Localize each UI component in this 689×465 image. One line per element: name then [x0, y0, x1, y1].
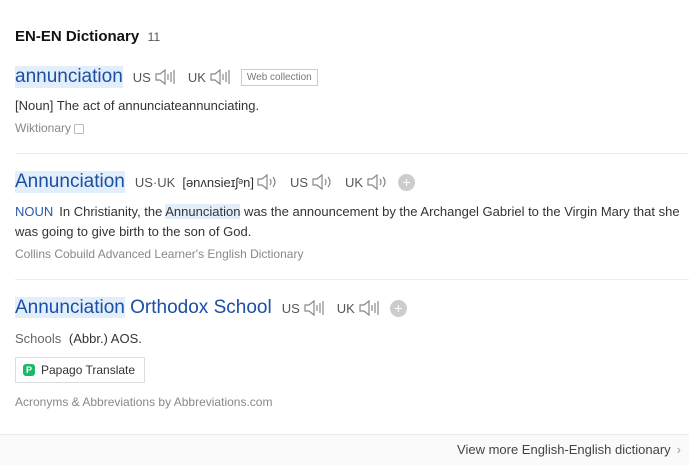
- entry-2-definition: NOUN In Christianity, the Annunciation wa…: [15, 202, 689, 242]
- view-more-label: View more English-English dictionary: [457, 442, 671, 457]
- us-pronunciation: US: [133, 67, 178, 87]
- definition-text: In Christianity, the: [59, 204, 166, 219]
- part-of-speech: NOUN: [15, 204, 54, 219]
- entry-3-source[interactable]: Acronyms & Abbreviations by Abbreviation…: [15, 395, 689, 409]
- definition-text: The act of annunciateannunciating.: [56, 98, 260, 113]
- papago-label: Papago Translate: [41, 363, 136, 377]
- entry-1-source: Wiktionary: [15, 121, 689, 135]
- usuk-pronunciation: US·UK [ənʌnsieɪʃᵊn]: [135, 172, 280, 192]
- uk-pronunciation: UK: [345, 172, 390, 192]
- uk-label: UK: [345, 174, 364, 190]
- source-label[interactable]: Wiktionary: [15, 121, 71, 135]
- entry-2-headline: Annunciation US·UK [ənʌnsieɪʃᵊn] US UK +: [15, 169, 689, 195]
- entry-1-headline: annunciation US UK Web collection: [15, 64, 689, 90]
- entry-3-word[interactable]: Annunciation Orthodox School: [15, 297, 272, 319]
- divider: [15, 279, 689, 280]
- entry-3: Annunciation Orthodox School US UK + Sch…: [15, 295, 689, 409]
- speaker-icon[interactable]: [366, 172, 390, 192]
- entry-1-word[interactable]: annunciation: [15, 66, 123, 88]
- papago-icon: P: [23, 364, 35, 376]
- result-count: 11: [147, 30, 161, 44]
- word-highlight: Annunciation: [15, 297, 125, 318]
- definition-text: (Abbr.) AOS.: [68, 331, 142, 346]
- speaker-icon[interactable]: [154, 67, 178, 87]
- us-pronunciation: US: [282, 298, 327, 318]
- plus-icon[interactable]: +: [389, 299, 407, 317]
- us-label: US: [132, 69, 151, 85]
- plus-icon[interactable]: +: [398, 173, 416, 191]
- speaker-icon[interactable]: [209, 67, 233, 87]
- papago-translate-button[interactable]: P Papago Translate: [15, 357, 146, 383]
- translate-row: P Papago Translate: [15, 357, 689, 383]
- entry-1-definition: [Noun] The act of annunciateannunciating…: [15, 96, 689, 116]
- chevron-right-icon: ›: [676, 442, 681, 457]
- uk-label: UK: [187, 69, 206, 85]
- entry-1: annunciation US UK Web collection [Noun]…: [15, 64, 689, 135]
- divider: [15, 153, 689, 154]
- uk-label: UK: [336, 300, 355, 316]
- uk-pronunciation: UK: [337, 298, 382, 318]
- entry-2: Annunciation US·UK [ənʌnsieɪʃᵊn] US UK +…: [15, 169, 689, 261]
- us-label: US: [281, 300, 300, 316]
- section-header: EN-EN Dictionary 11: [15, 28, 160, 46]
- speaker-icon[interactable]: [256, 172, 280, 192]
- uk-pronunciation: UK: [188, 67, 233, 87]
- copy-icon[interactable]: [74, 123, 85, 134]
- view-more-link[interactable]: View more English-English dictionary ›: [457, 442, 681, 457]
- usuk-label: US·UK: [134, 174, 176, 190]
- us-label: US: [289, 174, 308, 190]
- entry-2-source[interactable]: Collins Cobuild Advanced Learner's Engli…: [15, 247, 689, 261]
- part-of-speech: [Noun]: [15, 98, 54, 113]
- speaker-icon[interactable]: [303, 298, 327, 318]
- word-rest: Orthodox School: [124, 297, 272, 318]
- web-collection-tag: Web collection: [240, 68, 318, 86]
- entry-2-word[interactable]: Annunciation: [15, 171, 125, 193]
- entry-3-headline: Annunciation Orthodox School US UK +: [15, 295, 689, 321]
- entry-3-definition: Schools (Abbr.) AOS.: [15, 329, 689, 349]
- section-title: EN-EN Dictionary: [15, 28, 140, 45]
- phonetic-transcription: [ənʌnsieɪʃᵊn]: [182, 174, 254, 190]
- definition-highlight: Annunciation: [165, 204, 241, 219]
- footer: View more English-English dictionary ›: [0, 434, 689, 465]
- category-label: Schools: [15, 331, 62, 346]
- speaker-icon[interactable]: [311, 172, 335, 192]
- speaker-icon[interactable]: [358, 298, 382, 318]
- us-pronunciation: US: [290, 172, 335, 192]
